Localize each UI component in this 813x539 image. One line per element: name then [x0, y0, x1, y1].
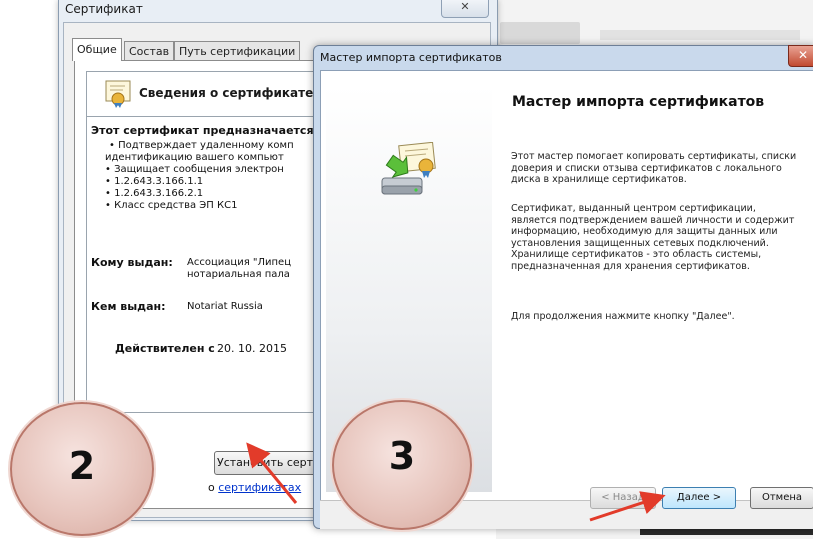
background-blurred-text: [600, 30, 800, 40]
wizard-window-title: Мастер импорта сертификатов: [320, 51, 502, 64]
next-button[interactable]: Далее >: [662, 487, 736, 509]
wizard-intro-text: Этот мастер помогает копировать сертифик…: [511, 151, 797, 185]
purpose-line: • 1.2.643.3.166.2.1: [105, 188, 204, 199]
valid-from-label: Действителен с: [115, 342, 215, 355]
certificate-icon: [105, 80, 131, 108]
wizard-description-text: Сертификат, выданный центром сертификаци…: [511, 203, 795, 272]
purpose-line: • 1.2.643.3.166.1.1: [105, 176, 204, 187]
purpose-title: Этот сертификат предназначается: [91, 124, 314, 137]
tab-details[interactable]: Состав: [124, 41, 175, 61]
issued-by-label: Кем выдан:: [91, 300, 166, 313]
wizard-continue-hint: Для продолжения нажмите кнопку "Далее".: [511, 311, 735, 322]
certificate-info-title: Сведения о сертификате: [139, 86, 314, 100]
issued-to-label: Кому выдан:: [91, 256, 173, 269]
issued-to-value-continued: нотариальная пала: [187, 269, 290, 280]
tab-certification-path[interactable]: Путь сертификации: [174, 41, 301, 61]
purpose-line: • Класс средства ЭП КС1: [105, 200, 238, 211]
step-3-number: 3: [388, 434, 416, 478]
step-2-callout: 2: [10, 402, 154, 536]
issued-by-value: Notariat Russia: [187, 301, 263, 312]
step-2-number: 2: [68, 444, 96, 488]
purpose-line: идентификацию вашего компьют: [105, 152, 284, 163]
wizard-heading: Мастер импорта сертификатов: [512, 94, 765, 110]
purpose-line: • Защищает сообщения электрон: [105, 164, 284, 175]
certificate-titlebar: Сертификат ✕: [59, 0, 497, 22]
wizard-close-button[interactable]: ✕: [788, 45, 813, 67]
about-certificates-link[interactable]: сертификатах: [218, 481, 301, 494]
certificate-import-icon: [381, 142, 436, 195]
purpose-line: • Подтверждает удаленному комп: [109, 140, 294, 151]
more-info-text: о сертификатах: [208, 481, 301, 494]
cancel-button[interactable]: Отмена: [750, 487, 813, 509]
certificate-window-title: Сертификат: [65, 2, 143, 16]
more-info-prefix: о: [208, 481, 215, 494]
background-blurred-block: [500, 22, 580, 44]
back-button[interactable]: < Назад: [590, 487, 656, 509]
tab-general[interactable]: Общие: [72, 38, 122, 61]
issued-to-value: Ассоциация "Липец: [187, 257, 292, 268]
certificate-close-button[interactable]: ✕: [441, 0, 489, 18]
valid-from-value: 20. 10. 2015: [217, 342, 287, 355]
step-3-callout: 3: [332, 400, 472, 530]
